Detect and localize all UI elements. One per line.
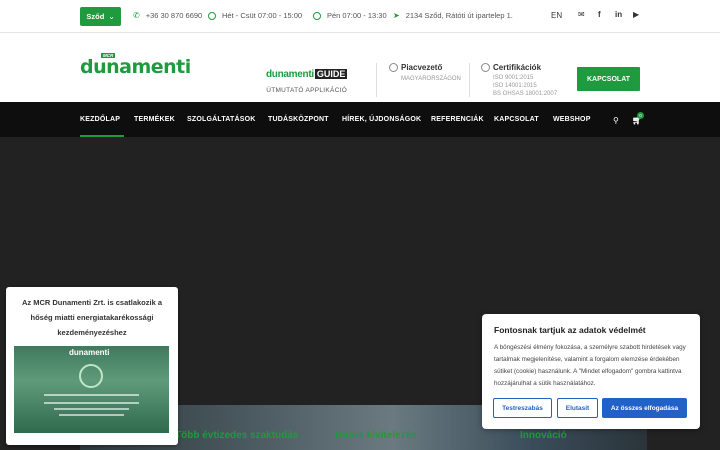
certificate-icon — [481, 63, 490, 72]
location-pin-icon — [389, 63, 398, 72]
cookie-title: Fontosnak tartjuk az adatok védelmét — [494, 325, 646, 335]
market-leader-block: Piacvezető MAGYARORSZÁGON — [389, 63, 461, 83]
hours-friday: Pén 07:00 - 13:30 — [313, 11, 387, 20]
guide-brand: dunamenti — [266, 69, 314, 80]
location-label: Sződ — [86, 12, 105, 21]
main-nav: KEZDŐLAP TERMÉKEK SZOLGÁLTATÁSOK TUDÁSKÖ… — [0, 102, 720, 137]
logo-badge: MCR — [101, 53, 116, 58]
nav-item-knowledge[interactable]: TUDÁSKÖZPONT — [268, 116, 329, 123]
news-popup[interactable]: Az MCR Dunamenti Zrt. is csatlakozik a h… — [6, 287, 178, 445]
phone-number: +36 30 870 6690 — [145, 11, 203, 20]
nav-item-contact[interactable]: KAPCSOLAT — [494, 116, 539, 123]
customize-button[interactable]: Testreszabás — [493, 398, 552, 418]
location-arrow-icon: ➤ — [393, 11, 400, 20]
nav-item-webshop[interactable]: WEBSHOP — [553, 116, 591, 123]
accept-all-button[interactable]: Az összes elfogadása — [602, 398, 687, 418]
cookie-consent-dialog: Fontosnak tartjuk az adatok védelmét A b… — [482, 314, 700, 429]
hours-friday-text: Pén 07:00 - 13:30 — [327, 11, 387, 20]
text-line — [54, 408, 129, 410]
cart-count-badge: 0 — [637, 112, 644, 119]
feature-label: Gyors kivitelezés — [335, 430, 417, 441]
popup-image-logo: dunamenti — [69, 348, 110, 357]
address-info[interactable]: ➤ 2134 Sződ, Rátóti út ipartelep 1. — [393, 11, 513, 20]
linkedin-icon[interactable]: in — [615, 10, 622, 19]
search-icon[interactable]: ⚲ — [613, 116, 619, 125]
feature-label: Több évtizedes szaktudás — [175, 430, 299, 441]
nav-item-products[interactable]: TERMÉKEK — [134, 116, 175, 123]
text-line — [44, 394, 139, 396]
feature-label: Innováció — [520, 430, 567, 441]
popup-image[interactable]: dunamenti — [14, 346, 169, 433]
text-line — [44, 402, 139, 404]
contact-button[interactable]: KAPCSOLAT — [577, 67, 640, 91]
site-logo[interactable]: MCR dunamenti — [80, 53, 191, 78]
cert-title: Certifikációk — [493, 63, 542, 72]
youtube-icon[interactable]: ▶ — [633, 10, 639, 19]
leader-subtitle: MAGYARORSZÁGON — [401, 76, 461, 82]
cookie-text: A böngészési élmény fokozása, a személyr… — [494, 344, 686, 387]
facebook-icon[interactable]: f — [598, 10, 601, 19]
top-bar: Sződ ⌄ ✆ +36 30 870 6690 Hét - Csüt 07:0… — [0, 0, 720, 33]
guide-app-link[interactable]: dunamenti GUIDE ÚTMUTATÓ APPLIKÁCIÓ — [266, 64, 348, 94]
nav-item-references[interactable]: REFERENCIÁK — [431, 116, 484, 123]
language-switch[interactable]: EN — [551, 11, 562, 20]
hours-weekdays-text: Hét - Csüt 07:00 - 15:00 — [222, 11, 303, 20]
popup-title[interactable]: Az MCR Dunamenti Zrt. is csatlakozik a h… — [14, 295, 170, 340]
nav-item-home[interactable]: KEZDŐLAP — [80, 116, 120, 123]
cert-line: ISO 9001:2015 — [493, 75, 534, 81]
text-line — [59, 414, 124, 416]
hours-weekdays: Hét - Csüt 07:00 - 15:00 — [208, 11, 302, 20]
guide-word: GUIDE — [314, 69, 348, 79]
clock-icon — [208, 11, 216, 20]
leaf-icon — [79, 364, 103, 388]
certifications-block: Certifikációk ISO 9001:2015 ISO 14001:20… — [481, 63, 557, 98]
cert-line: ISO 14001:2015 — [493, 83, 537, 89]
location-selector[interactable]: Sződ ⌄ — [80, 7, 121, 26]
chevron-down-icon: ⌄ — [108, 12, 115, 21]
phone-info[interactable]: ✆ +36 30 870 6690 — [133, 11, 202, 20]
address-text: 2134 Sződ, Rátóti út ipartelep 1. — [405, 11, 513, 20]
mail-icon[interactable]: ✉ — [578, 10, 585, 19]
nav-item-services[interactable]: SZOLGÁLTATÁSOK — [187, 116, 256, 123]
phone-icon: ✆ — [133, 11, 140, 20]
guide-subtitle: ÚTMUTATÓ APPLIKÁCIÓ — [266, 87, 348, 94]
header-divider — [469, 63, 470, 97]
nav-item-news[interactable]: HÍREK, ÚJDONSÁGOK — [342, 116, 421, 123]
clock-icon — [313, 11, 321, 20]
header-divider — [376, 63, 377, 97]
cert-line: BS OHSAS 18001:2007 — [493, 91, 558, 97]
logo-text: dunamenti — [80, 56, 191, 78]
reject-button[interactable]: Elutasít — [557, 398, 598, 418]
leader-title: Piacvezető — [401, 63, 443, 72]
